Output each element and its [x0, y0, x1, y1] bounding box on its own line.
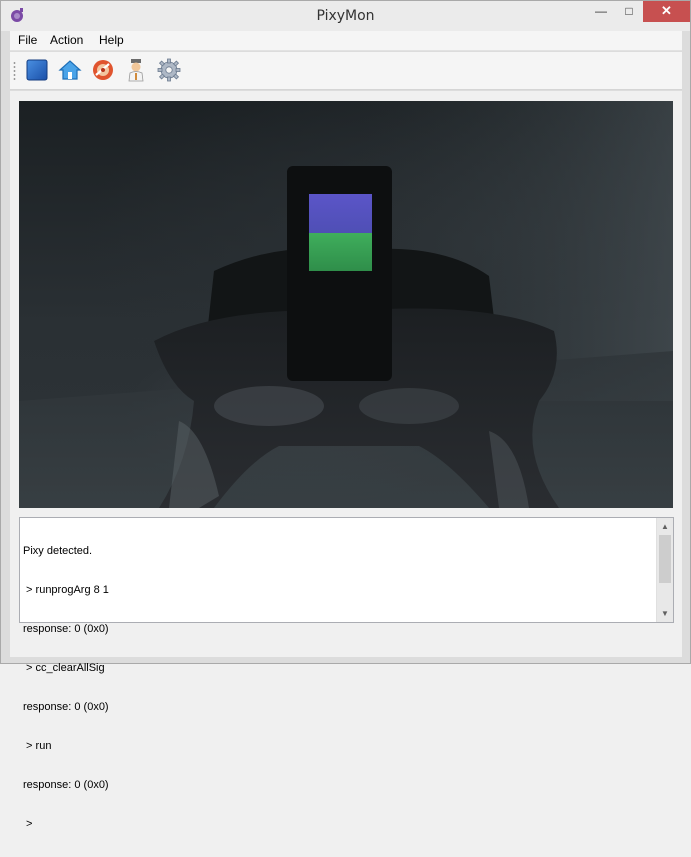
console-output[interactable]: Pixy detected. > runprogArg 8 1 response…	[19, 517, 674, 830]
console-line: response: 0 (0x0)	[23, 701, 109, 713]
menu-file[interactable]: File	[18, 33, 37, 47]
scroll-thumb[interactable]	[659, 535, 671, 583]
console-line: response: 0 (0x0)	[23, 623, 109, 635]
toolbar	[10, 52, 682, 90]
console-line: > run	[23, 740, 52, 752]
minimize-button[interactable]: —	[587, 1, 615, 22]
stop-button[interactable]	[24, 57, 50, 83]
menu-action[interactable]: Action	[50, 33, 83, 47]
menu-help[interactable]: Help	[99, 33, 124, 47]
configure-button[interactable]	[156, 57, 182, 83]
home-button[interactable]	[57, 57, 83, 83]
home-icon	[58, 60, 82, 80]
main-content: Pixy detected. > runprogArg 8 1 response…	[10, 91, 682, 830]
set-signature-icon	[93, 60, 113, 80]
console-input-line[interactable]: >	[23, 818, 653, 831]
toolbar-grip[interactable]	[13, 61, 16, 81]
set-signature-button[interactable]	[90, 57, 116, 83]
scroll-up-icon[interactable]: ▲	[657, 518, 673, 535]
close-button[interactable]: ✕	[643, 1, 690, 22]
pixymon-window: PixyMon — □ ✕ File Action Help Pixy dete…	[0, 0, 691, 830]
maximize-button[interactable]: □	[615, 1, 643, 22]
camera-video-view[interactable]	[19, 101, 673, 508]
raw-video-button[interactable]	[123, 57, 149, 83]
console-line: response: 0 (0x0)	[23, 779, 109, 791]
raw-video-icon	[128, 59, 144, 82]
console-scrollbar[interactable]: ▲ ▼	[656, 518, 673, 622]
scroll-down-icon[interactable]: ▼	[657, 605, 673, 622]
console-text: Pixy detected. > runprogArg 8 1 response…	[23, 519, 653, 857]
menu-bar: File Action Help	[10, 31, 682, 51]
console-line: Pixy detected.	[23, 545, 93, 557]
console-line: > runprogArg 8 1	[23, 584, 109, 596]
title-bar[interactable]: PixyMon — □ ✕	[1, 1, 690, 31]
camera-frame-image	[19, 101, 673, 508]
settings-gear-icon	[157, 58, 181, 82]
stop-icon	[26, 59, 48, 81]
